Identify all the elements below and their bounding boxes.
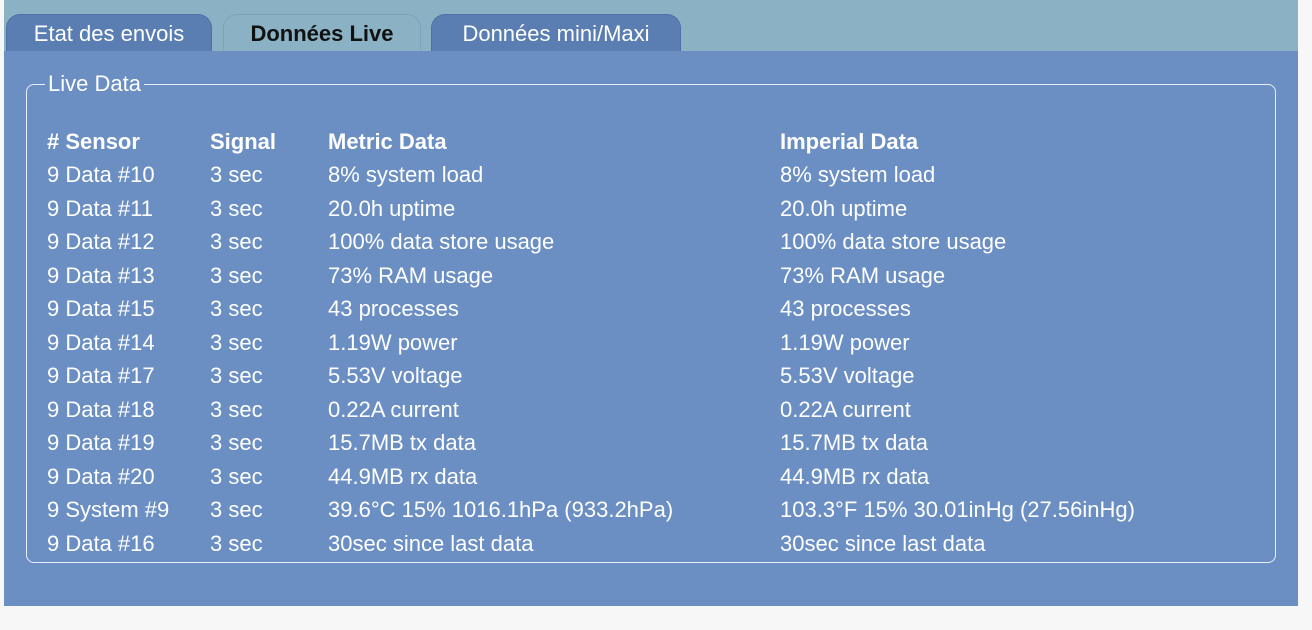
table-row: 9 Data #14 3 sec 1.19W power 1.19W power	[47, 326, 1240, 360]
cell-sensor: 9 Data #17	[47, 363, 155, 389]
cell-signal: 3 sec	[210, 497, 263, 523]
cell-imperial-data: 30sec since last data	[780, 530, 986, 556]
live-data-fieldset: Live Data # Sensor Signal Metric Data Im…	[26, 71, 1276, 563]
cell-metric-data: 20.0h uptime	[328, 195, 456, 221]
cell-signal: 3 sec	[210, 229, 263, 255]
fieldset-legend: Live Data	[48, 71, 141, 96]
cell-imperial-data: 8% system load	[780, 162, 936, 188]
table-row: 9 Data #19 3 sec 15.7MB tx data 15.7MB tx d…	[47, 427, 1240, 461]
cell-metric-data: 0.22A current	[328, 396, 459, 422]
header-metric-data: Metric Data	[328, 128, 447, 154]
cell-imperial-data: 5.53V voltage	[780, 363, 915, 389]
cell-sensor: 9 Data #19	[47, 430, 155, 456]
table-row: 9 Data #11 3 sec 20.0h uptime 20.0h uptime	[47, 192, 1240, 226]
table-header-row: # Sensor Signal Metric Data Imperial Dat…	[47, 125, 1240, 159]
cell-sensor: 9 Data #14	[47, 329, 155, 355]
cell-signal: 3 sec	[210, 262, 263, 288]
cell-metric-data: 44.9MB rx data	[328, 463, 478, 489]
cell-signal: 3 sec	[210, 430, 263, 456]
cell-sensor: 9 Data #11	[47, 195, 154, 221]
cell-signal: 3 sec	[210, 530, 263, 556]
cell-metric-data: 73% RAM usage	[328, 262, 494, 288]
cell-metric-data: 8% system load	[328, 162, 484, 188]
table-row: 9 System #9 3 sec 39.6°C 15% 1016.1hPa (93…	[47, 494, 1240, 528]
cell-sensor: 9 Data #18	[47, 396, 155, 422]
cell-signal: 3 sec	[210, 363, 263, 389]
table-row: 9 Data #18 3 sec 0.22A current 0.22A curren…	[47, 393, 1240, 427]
cell-sensor: 9 Data #20	[47, 463, 155, 489]
tab-panel: Live Data # Sensor Signal Metric Data Im…	[4, 51, 1298, 606]
header-sensor: # Sensor	[47, 128, 140, 154]
live-data-table: # Sensor Signal Metric Data Imperial Dat…	[47, 125, 1240, 561]
cell-sensor: 9 System #9	[47, 497, 170, 523]
cell-metric-data: 39.6°C 15% 1016.1hPa (933.2hPa)	[328, 497, 674, 523]
cell-imperial-data: 103.3°F 15% 30.01inHg (27.56inHg)	[780, 497, 1135, 523]
cell-sensor: 9 Data #13	[47, 262, 155, 288]
cell-metric-data: 5.53V voltage	[328, 363, 463, 389]
cell-metric-data: 1.19W power	[328, 329, 458, 355]
table-row: 9 Data #13 3 sec 73% RAM usage 73% RAM usag…	[47, 259, 1240, 293]
cell-imperial-data: 20.0h uptime	[780, 195, 908, 221]
cell-signal: 3 sec	[210, 329, 263, 355]
table-row: 9 Data #16 3 sec 30sec since last data 30se…	[47, 527, 1240, 561]
cell-signal: 3 sec	[210, 195, 263, 221]
tab-donnees-mini-maxi[interactable]: Données mini/Maxi	[431, 14, 681, 51]
cell-imperial-data: 73% RAM usage	[780, 262, 946, 288]
tab-etat-des-envois[interactable]: Etat des envois	[6, 14, 212, 51]
header-signal: Signal	[210, 128, 277, 154]
header-imperial-data: Imperial Data	[780, 128, 919, 154]
table-row: 9 Data #15 3 sec 43 processes 43 processes	[47, 293, 1240, 327]
cell-signal: 3 sec	[210, 162, 263, 188]
cell-metric-data: 100% data store usage	[328, 229, 555, 255]
cell-metric-data: 43 processes	[328, 296, 459, 322]
table-row: 9 Data #17 3 sec 5.53V voltage 5.53V voltag…	[47, 360, 1240, 394]
table-row: 9 Data #10 3 sec 8% system load 8% system l…	[47, 159, 1240, 193]
cell-signal: 3 sec	[210, 463, 263, 489]
cell-imperial-data: 100% data store usage	[780, 229, 1007, 255]
tab-bar: Etat des envois Données Live Données min…	[4, 0, 1298, 51]
cell-signal: 3 sec	[210, 296, 263, 322]
cell-metric-data: 15.7MB tx data	[328, 430, 476, 456]
cell-sensor: 9 Data #12	[47, 229, 155, 255]
cell-sensor: 9 Data #16	[47, 530, 155, 556]
cell-sensor: 9 Data #15	[47, 296, 155, 322]
cell-metric-data: 30sec since last data	[328, 530, 534, 556]
cell-imperial-data: 1.19W power	[780, 329, 910, 355]
tab-donnees-live[interactable]: Données Live	[223, 14, 421, 51]
cell-sensor: 9 Data #10	[47, 162, 155, 188]
table-row: 9 Data #12 3 sec 100% data store usage 100%…	[47, 226, 1240, 260]
app-window: Etat des envois Données Live Données min…	[4, 0, 1298, 606]
cell-imperial-data: 44.9MB rx data	[780, 463, 930, 489]
cell-signal: 3 sec	[210, 396, 263, 422]
cell-imperial-data: 43 processes	[780, 296, 911, 322]
table-row: 9 Data #20 3 sec 44.9MB rx data 44.9MB rx d…	[47, 460, 1240, 494]
cell-imperial-data: 0.22A current	[780, 396, 911, 422]
cell-imperial-data: 15.7MB tx data	[780, 430, 928, 456]
